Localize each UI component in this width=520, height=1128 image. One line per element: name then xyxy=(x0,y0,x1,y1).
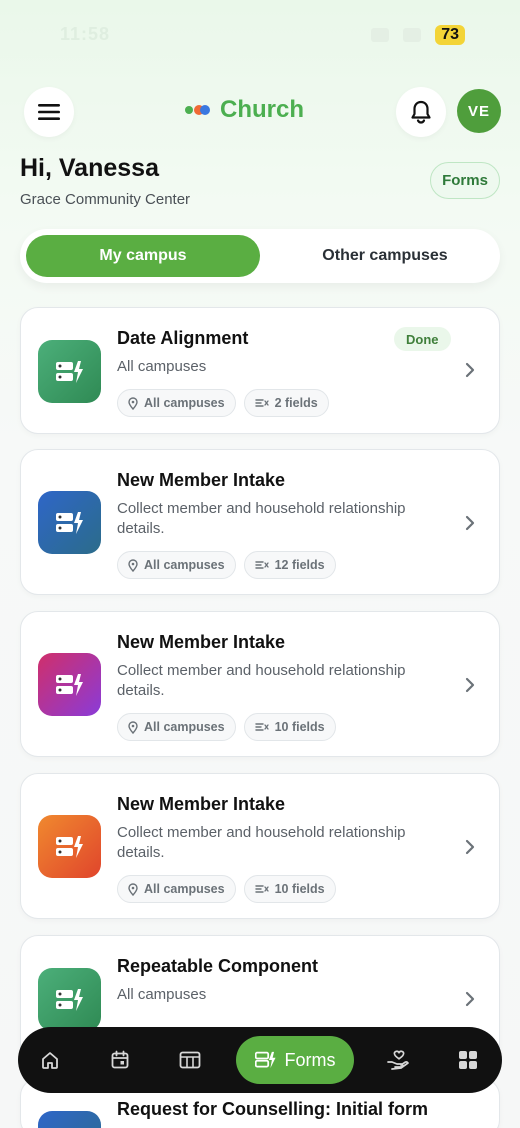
form-card[interactable]: New Member Intake Collect member and hou… xyxy=(20,611,500,757)
location-pin-icon xyxy=(128,558,138,572)
form-card-icon xyxy=(38,653,101,716)
bottom-nav: Forms xyxy=(18,1027,502,1093)
location-tag: All campuses xyxy=(117,389,236,417)
fields-tag: 2 fields xyxy=(243,389,329,417)
fields-tag: 10 fields xyxy=(243,713,336,741)
organization-name: Grace Community Center xyxy=(20,191,191,208)
hamburger-icon xyxy=(38,104,60,120)
chevron-right-icon xyxy=(465,991,475,1007)
fields-icon xyxy=(254,561,269,569)
form-card-icon xyxy=(38,968,101,1031)
nav-forms[interactable]: Forms xyxy=(236,1036,354,1084)
battery-level: 73 xyxy=(435,25,465,45)
form-card-title: New Member Intake xyxy=(117,470,286,490)
tab-other-campuses[interactable]: Other campuses xyxy=(276,235,494,277)
chevron-right-icon xyxy=(465,515,475,531)
fields-tag: 10 fields xyxy=(243,875,336,903)
wifi-icon xyxy=(403,28,422,42)
form-card-description: Collect member and household relationshi… xyxy=(117,824,406,861)
fields-tag: 12 fields xyxy=(243,551,336,579)
form-card-icon xyxy=(38,1111,101,1128)
chevron-right-icon xyxy=(465,677,475,693)
form-card-description: Collect member and household relationshi… xyxy=(117,500,406,537)
menu-button[interactable] xyxy=(24,87,74,137)
greeting-title: Hi, Vanessa xyxy=(20,154,159,182)
fields-icon xyxy=(254,723,269,731)
forms-badge[interactable]: Forms xyxy=(430,162,500,199)
nav-more[interactable] xyxy=(446,1027,490,1093)
nav-schedule[interactable] xyxy=(168,1027,212,1093)
avatar[interactable]: VE xyxy=(457,89,501,133)
home-icon xyxy=(42,1052,58,1069)
form-card[interactable]: New Member Intake Collect member and hou… xyxy=(20,449,500,595)
brand-logo-icon xyxy=(185,105,210,115)
nav-calendar[interactable] xyxy=(98,1027,142,1093)
location-pin-icon xyxy=(128,720,138,734)
brand-name: Church xyxy=(220,96,304,123)
schedule-icon xyxy=(179,1051,201,1069)
campus-segmented-control: My campus Other campuses xyxy=(20,229,500,283)
form-icon xyxy=(55,673,83,696)
chevron-right-icon xyxy=(465,362,475,378)
form-icon xyxy=(254,1051,276,1069)
form-card-description: All campuses xyxy=(117,986,207,1003)
calendar-icon xyxy=(111,1050,129,1069)
nav-giving[interactable] xyxy=(376,1027,420,1093)
bell-icon xyxy=(411,100,431,124)
form-icon xyxy=(55,360,83,383)
form-card-title: Repeatable Component xyxy=(117,956,319,976)
notifications-button[interactable] xyxy=(396,87,446,137)
form-card-description: All campuses xyxy=(117,358,207,375)
hand-heart-icon xyxy=(387,1050,409,1070)
nav-forms-label: Forms xyxy=(284,1049,336,1070)
location-tag: All campuses xyxy=(117,551,236,579)
form-card-title: New Member Intake xyxy=(117,632,286,652)
form-card[interactable]: Date Alignment Done All campuses All cam… xyxy=(20,307,500,434)
location-tag: All campuses xyxy=(117,875,236,903)
location-pin-icon xyxy=(128,882,138,896)
fields-icon xyxy=(254,399,269,407)
form-card[interactable]: New Member Intake Collect member and hou… xyxy=(20,773,500,919)
location-tag: All campuses xyxy=(117,713,236,741)
location-pin-icon xyxy=(128,396,138,410)
signal-icon xyxy=(371,28,390,42)
form-card-description: Collect member and household relationshi… xyxy=(117,662,406,699)
form-card-title: New Member Intake xyxy=(117,794,286,814)
nav-home[interactable] xyxy=(28,1027,72,1093)
form-icon xyxy=(55,835,83,858)
form-card-icon xyxy=(38,340,101,403)
form-card-title: Request for Counselling: Initial form xyxy=(117,1099,429,1119)
form-icon xyxy=(55,988,83,1011)
form-card-icon xyxy=(38,815,101,878)
status-bar: 11:58 73 xyxy=(0,0,520,70)
brand: Church xyxy=(185,96,304,124)
form-card-icon xyxy=(38,491,101,554)
fields-icon xyxy=(254,885,269,893)
form-icon xyxy=(55,511,83,534)
tab-my-campus[interactable]: My campus xyxy=(26,235,260,277)
form-card-title: Date Alignment xyxy=(117,328,249,348)
chevron-right-icon xyxy=(465,839,475,855)
grid-icon xyxy=(459,1051,477,1069)
status-badge: Done xyxy=(394,327,451,351)
status-time: 11:58 xyxy=(60,24,111,44)
